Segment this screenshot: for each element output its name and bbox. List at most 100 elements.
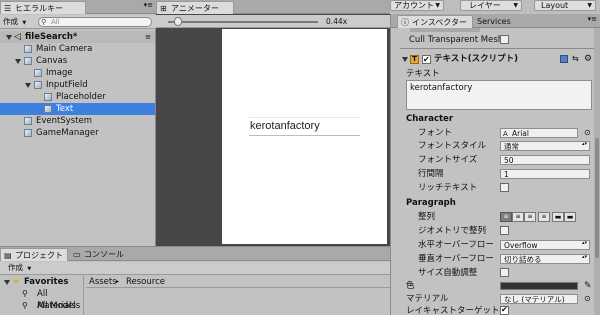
- gameobject-icon: [24, 45, 32, 53]
- align-right-button[interactable]: ≡: [524, 212, 536, 222]
- menu-icon[interactable]: ▾≡: [588, 15, 597, 23]
- tab-animator[interactable]: ⊞ アニメーター: [156, 1, 234, 14]
- expand-arrow-icon[interactable]: [4, 280, 10, 285]
- preset-icon[interactable]: ⇆: [572, 52, 579, 66]
- favorites-row[interactable]: ★ Favorites: [0, 276, 84, 288]
- gameobject-icon: [34, 81, 42, 89]
- h-overflow-label: 水平オーバーフロー: [418, 240, 494, 250]
- h-overflow-dropdown[interactable]: Overflow: [500, 240, 590, 250]
- raycast-checkbox[interactable]: ✔: [500, 305, 509, 315]
- tab-console[interactable]: ▭ コンソール: [70, 248, 130, 261]
- zoom-slider-track[interactable]: [168, 21, 318, 23]
- chevron-down-icon: ▼: [435, 2, 440, 9]
- search-icon: ⚲: [41, 18, 47, 26]
- tab-hierarchy[interactable]: ☰ ヒエラルキー: [0, 1, 86, 14]
- game-canvas[interactable]: kerotanfactory: [222, 29, 387, 244]
- favorite-item[interactable]: ⚲ All Materials: [0, 288, 84, 311]
- align-bottom-button[interactable]: ▬: [564, 212, 576, 222]
- tab-services-label: Services: [477, 17, 511, 26]
- raycast-row: レイキャストターゲット ✔: [400, 305, 600, 315]
- text-component-header[interactable]: T ✔ テキスト(スクリプト) ⇆ ⚙: [400, 52, 600, 66]
- tree-row-placeholder[interactable]: Placeholder: [0, 91, 155, 103]
- scene-menu-icon[interactable]: ≡: [145, 31, 151, 43]
- item-label: Main Camera: [36, 44, 93, 54]
- expand-arrow-icon[interactable]: [15, 59, 21, 64]
- text-value-area[interactable]: kerotanfactory: [406, 80, 592, 110]
- favorites-label: Favorites: [24, 277, 69, 287]
- align-middle-button[interactable]: ▬: [552, 212, 564, 222]
- alignment-row: 整列 ≡ ≡ ≡ ≡ ▬ ▬: [400, 211, 600, 223]
- account-dropdown[interactable]: アカウント ▼: [390, 0, 444, 11]
- item-label: InputField: [46, 80, 88, 90]
- tree-row-canvas[interactable]: Canvas: [0, 55, 155, 67]
- line-spacing-label: 行間隔: [418, 169, 444, 179]
- tab-inspector[interactable]: ⓘ インスペクター: [397, 15, 473, 28]
- text-label: テキスト: [406, 69, 440, 79]
- gear-icon[interactable]: ⚙: [584, 52, 592, 66]
- component-title: テキスト(スクリプト): [434, 54, 519, 64]
- character-header: Character: [400, 113, 600, 125]
- tab-animator-label: アニメーター: [171, 4, 219, 13]
- tree-row-image[interactable]: Image: [0, 67, 155, 79]
- color-swatch[interactable]: [500, 282, 578, 290]
- object-picker-icon[interactable]: ⊙: [584, 127, 591, 139]
- expand-arrow-icon[interactable]: [402, 57, 408, 62]
- breadcrumb-assets[interactable]: Assets: [89, 276, 117, 288]
- font-label: フォント: [418, 128, 453, 138]
- align-justify-button[interactable]: ≡: [538, 212, 550, 222]
- font-size-input[interactable]: 50: [500, 155, 590, 165]
- v-overflow-dropdown[interactable]: 切り詰める: [500, 254, 590, 264]
- alignment-label: 整列: [418, 212, 436, 222]
- inspector-scrollbar-thumb[interactable]: [595, 138, 599, 258]
- object-picker-icon[interactable]: ⊙: [584, 293, 591, 305]
- material-field[interactable]: なし (マテリアル): [500, 294, 578, 304]
- tab-services[interactable]: Services: [475, 15, 525, 28]
- line-spacing-input[interactable]: 1: [500, 169, 590, 179]
- book-icon[interactable]: [560, 55, 568, 63]
- favorite-item[interactable]: ⚲ All Models: [0, 300, 84, 312]
- tree-row-eventsystem[interactable]: EventSystem: [0, 115, 155, 127]
- expand-arrow-icon[interactable]: [6, 35, 12, 40]
- chevron-down-icon: ▼: [587, 2, 592, 9]
- search-input[interactable]: ⚲ All: [38, 17, 152, 27]
- expand-arrow-icon[interactable]: [25, 83, 31, 88]
- geometry-checkbox[interactable]: [500, 226, 509, 235]
- zoom-slider-handle[interactable]: [174, 17, 182, 26]
- layers-dropdown[interactable]: レイヤー ▼: [460, 0, 522, 11]
- favorite-item-label: All Models: [37, 301, 81, 311]
- align-left-button[interactable]: ≡: [500, 212, 512, 222]
- scene-row[interactable]: ◁ fileSearch* ≡: [0, 31, 155, 43]
- font-style-label: フォントスタイル: [418, 141, 487, 151]
- breadcrumb-resources[interactable]: Resource: [126, 276, 165, 288]
- rich-text-row: リッチテキスト: [400, 182, 600, 194]
- tree-row-inputfield[interactable]: InputField: [0, 79, 155, 91]
- create-button[interactable]: 作成 ▼: [3, 17, 35, 27]
- animator-tab-bar: ⊞ アニメーター: [156, 0, 390, 14]
- line-spacing-row: 行間隔 1: [400, 168, 600, 180]
- text-label-row: テキスト: [400, 68, 600, 80]
- scene-name: fileSearch*: [25, 32, 78, 42]
- align-center-button[interactable]: ≡: [512, 212, 524, 222]
- gameobject-icon: [44, 105, 52, 113]
- best-fit-checkbox[interactable]: [500, 268, 509, 277]
- paragraph-header-label: Paragraph: [406, 198, 456, 208]
- layout-dropdown[interactable]: Layout ▼: [534, 0, 596, 11]
- tree-row-text[interactable]: Text: [0, 103, 155, 115]
- gameobject-icon: [24, 57, 32, 65]
- tree-row-main-camera[interactable]: Main Camera: [0, 43, 155, 55]
- font-field[interactable]: A Arial: [500, 128, 578, 138]
- star-icon: ★: [12, 277, 21, 287]
- cull-checkbox[interactable]: [500, 35, 509, 44]
- gameobject-icon: [44, 93, 52, 101]
- font-style-dropdown[interactable]: 通常: [500, 141, 590, 151]
- inspector-scrollbar[interactable]: [594, 28, 600, 315]
- eyedropper-icon[interactable]: ✎: [584, 280, 592, 292]
- text-enabled-checkbox[interactable]: ✔: [422, 55, 431, 64]
- rich-text-checkbox[interactable]: [500, 183, 509, 192]
- project-create-button[interactable]: 作成 ▼: [8, 263, 40, 273]
- h-overflow-row: 水平オーバーフロー Overflow: [400, 239, 600, 251]
- font-value: Arial: [512, 129, 529, 138]
- menu-icon[interactable]: ▾≡: [144, 1, 153, 9]
- tab-project[interactable]: ▤ プロジェクト: [0, 248, 68, 261]
- tree-row-gamemanager[interactable]: GameManager: [0, 127, 155, 139]
